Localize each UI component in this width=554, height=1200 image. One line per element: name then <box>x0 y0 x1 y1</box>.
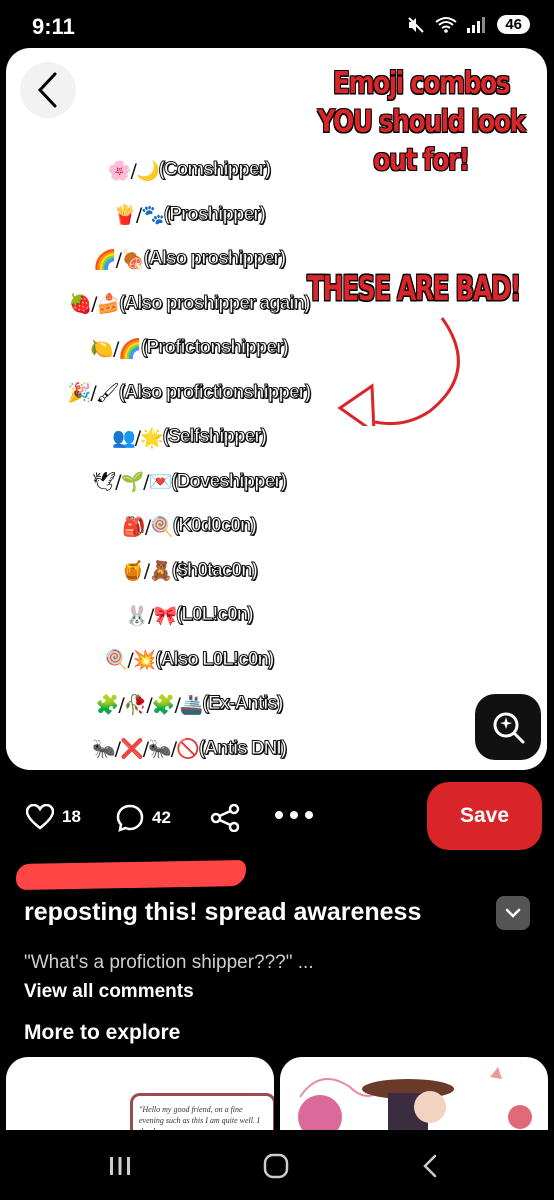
mute-icon <box>408 16 425 33</box>
home-button[interactable] <box>256 1148 296 1184</box>
combo-row: 🐜/❌/🐜/🚫 (Antis DNI) <box>92 737 288 761</box>
chevron-down-icon <box>505 908 521 918</box>
comment-icon <box>116 804 144 832</box>
arrow-icon <box>337 317 460 426</box>
combo-row: 🐰/🎀 (L0L!c0n) <box>125 604 254 627</box>
combo-row: 🧩/🥀/🧩/🚢 (Ex-Antis) <box>95 693 284 716</box>
home-icon <box>263 1153 289 1179</box>
emoji-combo-list: 🌸/🌙 (Comshipper) 🍟/🐾 (Proshipper) 🌈/🍖 (Also… <box>44 148 334 770</box>
share-button[interactable] <box>210 804 240 832</box>
combo-row: 🌸/🌙 (Comshipper) <box>107 159 272 182</box>
wifi-icon <box>435 16 457 33</box>
combo-row: 🌈/🍖 (Also proshipper) <box>92 248 287 271</box>
comment-button[interactable]: 42 <box>116 804 171 832</box>
comment-count: 42 <box>152 808 171 827</box>
expand-details-button[interactable] <box>496 896 530 930</box>
visual-search-button[interactable] <box>475 694 541 760</box>
share-icon <box>210 804 240 832</box>
recent-apps-icon <box>110 1157 130 1175</box>
pin-image-card[interactable]: Emoji combos YOU should look out for! TH… <box>6 48 547 770</box>
more-options-button[interactable] <box>274 810 314 820</box>
action-bar: 18 42 Save <box>0 780 554 852</box>
heart-icon <box>26 804 54 830</box>
save-button[interactable]: Save <box>427 782 542 850</box>
combo-row: 🍟/🐾 (Proshipper) <box>113 203 266 227</box>
redacted-username <box>15 859 247 891</box>
lens-search-icon <box>493 712 525 744</box>
combo-row: 🍓/🍰 (Also proshipper again) <box>68 292 311 316</box>
combo-row: 🍋/🌈 (Profictonshipper) <box>90 337 289 360</box>
combo-row: 🕊/🌱/💌 (Doveshipper) <box>92 470 287 494</box>
explore-pin-card[interactable] <box>280 1057 548 1137</box>
status-time: 9:11 <box>32 14 75 39</box>
combo-row: 🍭/💥 (Also L0L!c0n) <box>104 648 275 672</box>
signal-icon <box>467 16 486 33</box>
more-icon <box>275 811 313 819</box>
back-button[interactable] <box>20 62 76 118</box>
thumb-artwork <box>298 1067 532 1137</box>
like-button[interactable]: 18 <box>26 804 81 830</box>
status-icons: 46 <box>407 15 530 34</box>
like-count: 18 <box>62 807 81 826</box>
pin-title: reposting this! spread awareness <box>24 898 422 926</box>
system-nav-bar <box>0 1130 554 1200</box>
back-nav-button[interactable] <box>410 1148 450 1184</box>
pin-headline: Emoji combos YOU should look out for! <box>317 65 526 178</box>
combo-row: 👥/🌟 (Selfshipper) <box>112 426 267 449</box>
chevron-left-icon <box>37 72 57 108</box>
recent-apps-button[interactable] <box>100 1148 140 1184</box>
combo-row: 🎒/🍭 (K0d0c0n) <box>122 515 257 538</box>
chevron-left-icon <box>423 1154 437 1178</box>
combo-row: 🎉/🖌 (Also profictionshipper) <box>67 381 312 405</box>
view-all-comments-link[interactable]: View all comments <box>24 981 194 1003</box>
comment-preview[interactable]: "What's a profiction shipper???" ... <box>24 952 314 974</box>
combo-row: 🍯/🧸 ($h0tac0n) <box>121 559 258 583</box>
status-bar: 9:11 46 <box>0 0 554 50</box>
pin-warning: THESE ARE BAD! <box>307 268 521 309</box>
more-to-explore-heading: More to explore <box>24 1021 181 1044</box>
explore-pin-card[interactable]: "Hello my good friend, on a fine evening… <box>6 1057 274 1137</box>
battery-indicator: 46 <box>497 15 530 34</box>
